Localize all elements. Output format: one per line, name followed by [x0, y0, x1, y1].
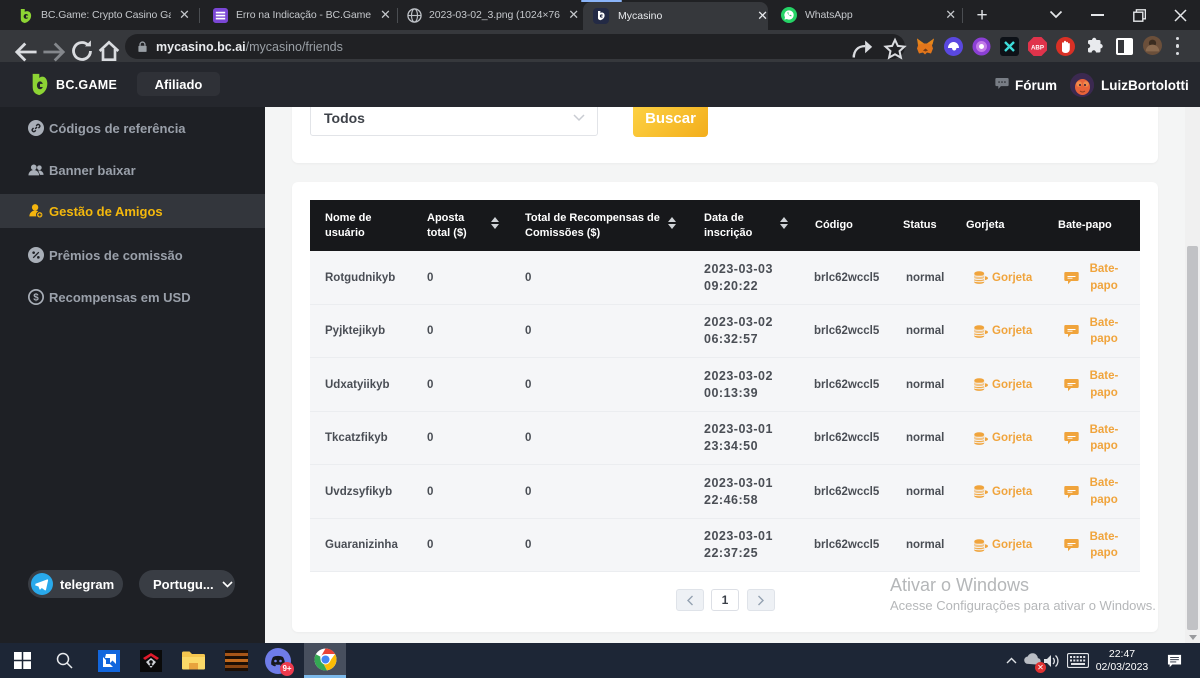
- svg-text:$: $: [33, 292, 39, 303]
- svg-text:ABP: ABP: [1031, 45, 1044, 52]
